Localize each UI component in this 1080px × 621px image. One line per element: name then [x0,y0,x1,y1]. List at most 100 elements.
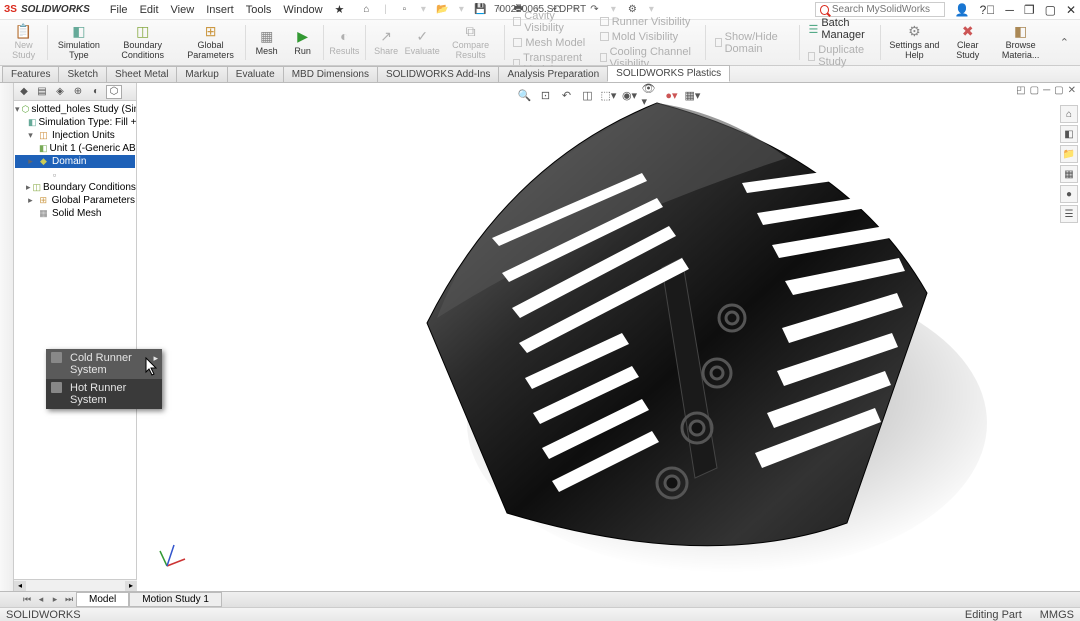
task-pane-tabs: ⌂ ◧ 📁 ▦ ● ☰ [1060,105,1078,223]
main-area: ◆ ▤ ◈ ⊕ ◐ ⬡ ▾⬡slotted_holes Study (Singl… [0,83,1080,591]
status-units[interactable]: MMGS [1040,609,1074,621]
tab-list-next-icon[interactable]: ▸ [48,594,62,605]
vp-maximize[interactable]: ▢ [1054,85,1063,96]
restore-icon[interactable]: ❐ [1024,3,1035,17]
menu-overflow[interactable]: ★ [329,1,351,18]
vp-control-1[interactable]: ◰ [1016,85,1025,96]
share-button: ↗Share [369,22,404,63]
bottom-tabs: ⏮ ◂ ▸ ⏭ Model Motion Study 1 [0,591,1080,607]
help-icon[interactable]: ?⃝ [980,3,996,17]
tab-solidworks-plastics[interactable]: SOLIDWORKS Plastics [607,65,730,82]
menu-insert[interactable]: Insert [200,2,240,18]
show-hide-domain-button: Show/Hide Domain [713,30,792,56]
tab-list-prev-icon[interactable]: ◂ [34,594,48,605]
home-icon[interactable]: ⌂ [358,2,374,18]
clear-study-button[interactable]: ✖Clear Study [946,22,990,63]
run-button[interactable]: ▶Run [285,22,320,63]
tree-simulation-type[interactable]: ◧Simulation Type: Fill + Pack [15,116,135,129]
tab-evaluate[interactable]: Evaluate [227,66,284,82]
fm-tab-2[interactable]: ▤ [34,85,50,99]
orientation-triad[interactable] [157,541,187,571]
settings-help-button[interactable]: ⚙Settings and Help [884,22,945,63]
context-menu: Cold Runner System▸ Hot Runner System [46,349,162,409]
collapse-ribbon-icon[interactable]: ⌃ [1052,32,1077,53]
tab-features[interactable]: Features [2,66,59,82]
vp-close[interactable]: ✕ [1068,85,1076,96]
tree-domain[interactable]: ▸◆Domain [15,155,135,168]
fm-tab-1[interactable]: ◆ [16,85,32,99]
open-icon[interactable]: 📂 [434,2,450,18]
window-controls: 👤 ?⃝ ─ ❐ ▢ ✕ [955,3,1076,17]
batch-manager-button[interactable]: ☰Batch Manager [806,16,873,42]
bottom-tab-motion-study[interactable]: Motion Study 1 [129,592,222,607]
menu-window[interactable]: Window [277,2,328,18]
search-box[interactable] [815,2,945,17]
menu-file[interactable]: File [104,2,134,18]
boundary-conditions-button[interactable]: ◫Boundary Conditions [108,22,178,63]
brand-name: SOLIDWORKS [21,4,90,15]
search-input[interactable] [832,4,940,15]
tree-global-parameters[interactable]: ▸⊞Global Parameters [15,194,135,207]
fm-tab-4[interactable]: ⊕ [70,85,86,99]
new-icon[interactable]: ▫ [396,2,412,18]
graphics-viewport[interactable]: 🔍 ⊡ ↶ ◫ ⬚▾ ◉▾ 👁▾ ●▾ ▦▾ ◰ ▢ ─ ▢ ✕ ⌂ ◧ 📁 ▦… [137,83,1080,591]
tab-list-last-icon[interactable]: ⏭ [62,594,76,605]
tp-custom-props-icon[interactable]: ☰ [1060,205,1078,223]
tab-analysis-preparation[interactable]: Analysis Preparation [498,66,608,82]
status-editing: Editing Part [965,609,1022,621]
tab-mbd-dimensions[interactable]: MBD Dimensions [283,66,378,82]
global-parameters-button[interactable]: ⊞Global Parameters [179,22,243,63]
scroll-right-icon[interactable]: ▸ [125,581,137,591]
minimize-icon[interactable]: ─ [1005,3,1014,17]
close-icon[interactable]: ✕ [1066,3,1076,17]
mesh-button[interactable]: ▦Mesh [249,22,284,63]
tab-list-first-icon[interactable]: ⏮ [20,594,34,605]
tree-solid-mesh[interactable]: ▦Solid Mesh [15,207,135,220]
tab-solidworks-addins[interactable]: SOLIDWORKS Add-Ins [377,66,499,82]
menu-edit[interactable]: Edit [134,2,165,18]
tp-design-library-icon[interactable]: ◧ [1060,125,1078,143]
save-icon[interactable]: 💾 [472,2,488,18]
feature-manager-panel: ◆ ▤ ◈ ⊕ ◐ ⬡ ▾⬡slotted_holes Study (Singl… [14,83,137,591]
tp-file-explorer-icon[interactable]: 📁 [1060,145,1078,163]
tp-appearances-icon[interactable]: ● [1060,185,1078,203]
feature-manager-tabs: ◆ ▤ ◈ ⊕ ◐ ⬡ [14,83,136,101]
simulation-type-button[interactable]: ◧Simulation Type [51,22,107,63]
tree-domain-child[interactable]: ▫ [15,168,135,181]
new-study-button: 📋New Study [3,22,44,63]
menu-view[interactable]: View [165,2,201,18]
fm-tab-3[interactable]: ◈ [52,85,68,99]
vp-control-2[interactable]: ▢ [1030,85,1039,96]
scroll-left-icon[interactable]: ◂ [14,581,26,591]
mesh-model-toggle: Mesh Model [511,36,588,50]
tab-sketch[interactable]: Sketch [58,66,107,82]
manager-group: ☰Batch Manager Duplicate Study [802,22,877,63]
login-icon[interactable]: 👤 [955,3,970,17]
fm-tab-5[interactable]: ◐ [88,85,104,99]
maximize-icon[interactable]: ▢ [1045,3,1056,17]
model-graphic [287,93,987,583]
tab-markup[interactable]: Markup [176,66,227,82]
fm-tab-plastics[interactable]: ⬡ [106,85,122,99]
menu-tools[interactable]: Tools [240,2,278,18]
left-rail[interactable] [0,83,14,591]
tp-view-palette-icon[interactable]: ▦ [1060,165,1078,183]
horizontal-scrollbar[interactable]: ◂ ▸ [14,579,137,591]
vp-minimize[interactable]: ─ [1043,85,1050,96]
plastics-tree: ▾⬡slotted_holes Study (Single Material )… [14,101,136,591]
results-button: ◐Results [327,22,362,63]
tree-root[interactable]: ▾⬡slotted_holes Study (Single Material ) [15,103,135,116]
tree-injection-units[interactable]: ▾◫Injection Units [15,129,135,142]
ctx-cold-runner-system[interactable]: Cold Runner System▸ [46,349,162,379]
tree-unit1[interactable]: ◧Unit 1 (-Generic ABS-) [15,142,135,155]
document-title: 700250065.SLDPRT [494,4,586,15]
ctx-hot-runner-system[interactable]: Hot Runner System [46,379,162,409]
tp-resources-icon[interactable]: ⌂ [1060,105,1078,123]
browse-material-button[interactable]: ◧Browse Materia... [991,22,1051,63]
tree-boundary-conditions[interactable]: ▸◫Boundary Conditions [15,181,135,194]
compare-results-button: ⧉Compare Results [441,22,501,63]
search-icon [820,5,829,15]
tab-sheet-metal[interactable]: Sheet Metal [106,66,177,82]
bottom-tab-model[interactable]: Model [76,592,129,607]
command-tabs: Features Sketch Sheet Metal Markup Evalu… [0,66,1080,83]
